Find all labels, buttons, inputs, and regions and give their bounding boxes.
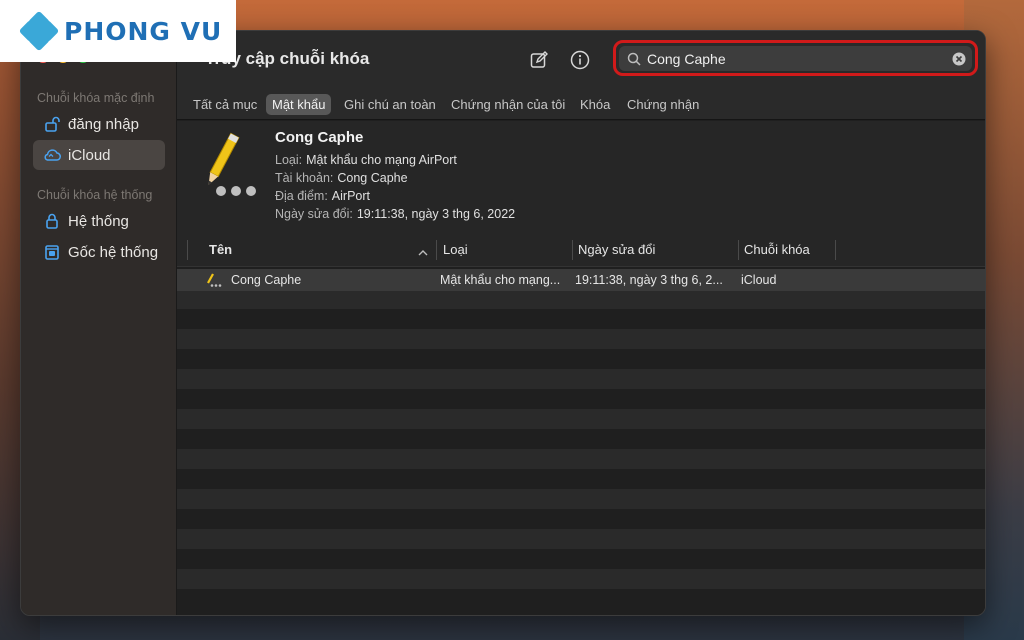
tab-secure-notes[interactable]: Ghi chú an toàn bbox=[338, 94, 442, 115]
cloud-icon bbox=[41, 148, 63, 162]
search-icon bbox=[627, 52, 641, 66]
search-input[interactable] bbox=[647, 50, 927, 67]
table-header: Tên Loại Ngày sửa đổi Chuỗi khóa bbox=[177, 233, 985, 267]
cell-name: Cong Caphe bbox=[231, 273, 302, 287]
table-row[interactable]: Cong Caphe Mật khẩu cho mạng... 19:11:38… bbox=[177, 269, 985, 291]
search-field[interactable] bbox=[619, 46, 972, 71]
sort-ascending-icon[interactable] bbox=[418, 244, 428, 262]
detail-type: Loại: Mật khẩu cho mạng AirPort bbox=[275, 153, 457, 167]
column-header-keychain[interactable]: Chuỗi khóa bbox=[744, 242, 810, 257]
column-separator[interactable] bbox=[835, 240, 836, 260]
tab-all-items[interactable]: Tất cả mục bbox=[187, 94, 263, 115]
sidebar-item-label: iCloud bbox=[68, 146, 111, 164]
brand-logo: PHONG VU bbox=[0, 0, 236, 62]
clear-search-icon[interactable] bbox=[952, 52, 966, 66]
password-item-icon bbox=[205, 272, 223, 291]
sidebar-item-icloud[interactable]: iCloud bbox=[33, 140, 165, 170]
tab-my-certificates[interactable]: Chứng nhận của tôi bbox=[445, 94, 571, 115]
main-panel: Truy cập chuỗi khóa Tất cả mục Mật khẩu bbox=[177, 31, 985, 615]
tab-keys[interactable]: Khóa bbox=[574, 94, 616, 115]
column-separator[interactable] bbox=[572, 240, 573, 260]
keychain-window: Chuỗi khóa mặc định đăng nhập iCloud Chu… bbox=[20, 30, 986, 616]
sidebar: Chuỗi khóa mặc định đăng nhập iCloud Chu… bbox=[21, 31, 177, 615]
detail-modified: Ngày sửa đổi: 19:11:38, ngày 3 thg 6, 202… bbox=[275, 207, 516, 221]
password-item-icon bbox=[193, 131, 259, 204]
column-separator[interactable] bbox=[436, 240, 437, 260]
category-tabs: Tất cả mục Mật khẩu Ghi chú an toàn Chứn… bbox=[177, 88, 985, 120]
table-rows-background bbox=[177, 269, 985, 615]
unlock-icon bbox=[41, 116, 63, 132]
sidebar-item-label: Gốc hệ thống bbox=[68, 243, 159, 261]
sidebar-item-system-roots[interactable]: Gốc hệ thống bbox=[33, 237, 165, 267]
column-separator bbox=[187, 240, 188, 260]
lock-icon bbox=[41, 213, 63, 229]
sidebar-section-system: Chuỗi khóa hệ thống bbox=[37, 188, 153, 202]
brand-name: PHONG VU bbox=[64, 16, 223, 46]
items-table: Tên Loại Ngày sửa đổi Chuỗi khóa Cong Ca… bbox=[177, 233, 985, 615]
column-separator[interactable] bbox=[738, 240, 739, 260]
column-header-type[interactable]: Loại bbox=[443, 242, 468, 257]
compose-icon[interactable] bbox=[527, 48, 551, 72]
toolbar: Truy cập chuỗi khóa bbox=[177, 31, 985, 88]
cell-type: Mật khẩu cho mạng... bbox=[440, 273, 561, 287]
info-icon[interactable] bbox=[568, 48, 592, 72]
column-header-name[interactable]: Tên bbox=[209, 242, 232, 257]
sidebar-item-system[interactable]: Hệ thống bbox=[33, 206, 165, 236]
item-detail: Cong Caphe Loại: Mật khẩu cho mạng AirPor… bbox=[177, 121, 985, 233]
cell-keychain: iCloud bbox=[741, 273, 777, 287]
cabinet-icon bbox=[41, 244, 63, 260]
sidebar-item-label: Hệ thống bbox=[68, 212, 129, 230]
detail-location: Địa điểm: AirPort bbox=[275, 189, 370, 203]
detail-account: Tài khoản: Cong Caphe bbox=[275, 171, 408, 185]
column-header-modified[interactable]: Ngày sửa đổi bbox=[578, 242, 655, 257]
tab-passwords[interactable]: Mật khẩu bbox=[266, 94, 332, 115]
cell-modified: 19:11:38, ngày 3 thg 6, 2... bbox=[575, 273, 723, 287]
sidebar-item-label: đăng nhập bbox=[68, 115, 139, 133]
sidebar-section-default: Chuỗi khóa mặc định bbox=[37, 91, 155, 105]
sidebar-item-login[interactable]: đăng nhập bbox=[33, 109, 165, 139]
brand-logo-icon bbox=[18, 10, 60, 52]
tab-certificates[interactable]: Chứng nhận bbox=[621, 94, 705, 115]
detail-item-name: Cong Caphe bbox=[275, 129, 364, 146]
